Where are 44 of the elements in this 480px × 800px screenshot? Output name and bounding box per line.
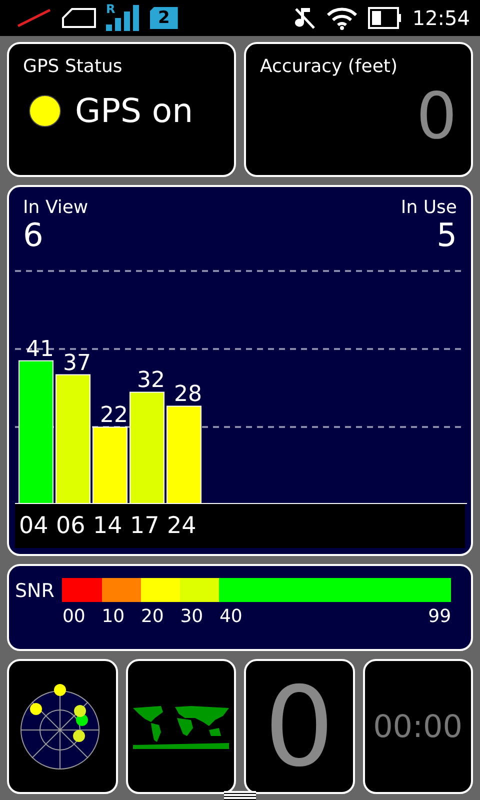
card-title: Accuracy (feet) xyxy=(260,56,398,77)
satellite-id: 06 xyxy=(56,513,86,539)
satellite-id: 04 xyxy=(19,513,50,539)
clock-time: 12:54 xyxy=(412,6,470,30)
snr-scale-label: 99 xyxy=(428,606,452,627)
card-title: GPS Status xyxy=(23,56,124,77)
in-use-label: In Use xyxy=(400,197,457,218)
in-view-label: In View xyxy=(23,197,88,218)
bar-value: 22 xyxy=(100,403,128,428)
in-use-count: 5 xyxy=(436,218,457,254)
gps-status-text: GPS on xyxy=(75,91,194,130)
no-sim-slash-icon xyxy=(16,8,52,28)
snr-scale-label: 10 xyxy=(102,606,125,627)
bar-value: 32 xyxy=(137,368,165,394)
accuracy-value: 0 xyxy=(416,85,457,149)
gps-status-card[interactable]: GPS Status GPS on xyxy=(7,42,236,177)
timer-tile[interactable]: 00:00 xyxy=(362,659,473,794)
drawer-handle[interactable] xyxy=(224,791,256,800)
snr-scale-label: 30 xyxy=(180,606,204,627)
roaming-indicator: R xyxy=(106,2,116,16)
bar-value: 41 xyxy=(26,336,54,362)
wifi-icon xyxy=(326,6,358,30)
bar-value: 37 xyxy=(63,350,91,376)
in-view-count: 6 xyxy=(23,218,44,254)
timer-value: 00:00 xyxy=(373,708,462,744)
speed-tile[interactable]: 0 xyxy=(244,659,354,794)
snr-scale-label: 20 xyxy=(140,606,164,627)
battery-icon xyxy=(368,7,402,29)
satellite-card[interactable]: In View 6 In Use 5 41 37 22 32 28 04 06 14 17 24 xyxy=(7,185,473,556)
signal-icon xyxy=(106,5,140,31)
satellite-id: 14 xyxy=(93,513,124,539)
snr-label: SNR xyxy=(15,580,54,604)
speed-value: 0 xyxy=(264,672,334,782)
sim-card-icon xyxy=(62,8,96,28)
snr-scale-label: 40 xyxy=(219,606,242,627)
satellite-id: 17 xyxy=(130,513,160,539)
muted-note-icon xyxy=(294,6,316,30)
bar-value: 28 xyxy=(174,382,202,408)
accuracy-card[interactable]: Accuracy (feet) 0 xyxy=(244,42,473,177)
map-tile[interactable] xyxy=(126,659,236,794)
snr-scale-label: 00 xyxy=(62,606,86,627)
sky-plot-tile[interactable] xyxy=(7,659,118,794)
satellite-id: 24 xyxy=(167,513,198,539)
sim-badge: 2 xyxy=(150,7,178,29)
